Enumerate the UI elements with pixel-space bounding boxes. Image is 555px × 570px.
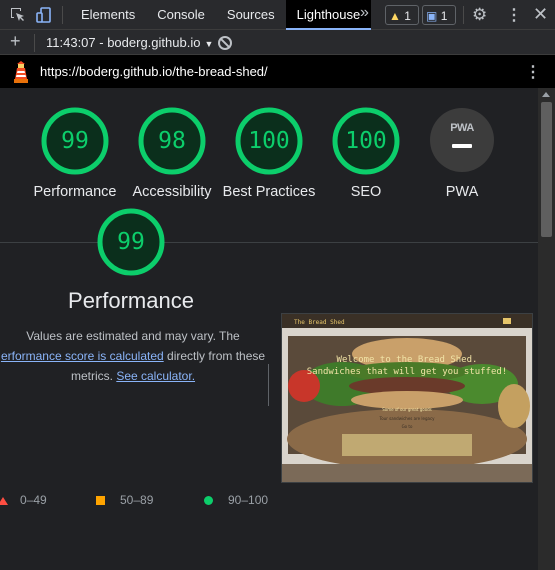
performance-description: Values are estimated and may vary. The e… [0, 326, 270, 386]
desc-line-3-prefix: metrics. [70, 369, 117, 383]
report-toolbar: + 11:43:07 - boderg.github.io ▼ [0, 30, 555, 55]
pwa-dash-icon [452, 144, 472, 148]
report-scrollbar[interactable] [538, 88, 555, 570]
clear-icon[interactable] [218, 36, 232, 50]
devtools-tab-bar: Elements Console Sources Lighthouse » ▲ … [0, 0, 555, 30]
report-url[interactable]: https://boderg.github.io/the-bread-shed/ [40, 64, 268, 79]
report-select-value: 11:43:07 - boderg.github.io [46, 35, 201, 50]
toolbar-divider [62, 6, 63, 24]
toolbar-divider [463, 6, 464, 24]
desc-after-link: directly from these [163, 349, 266, 363]
gauge-score: 98 [158, 128, 186, 154]
gauge-score: 100 [345, 128, 387, 154]
page-screenshot[interactable]: The Bread Shed Welcome to the Bread Shed… [281, 313, 533, 483]
gauge-score: 99 [61, 128, 89, 154]
legend-pass: 90–100 [228, 493, 269, 507]
tab-console[interactable]: Console [146, 0, 216, 30]
gauge-label-accessibility: Accessibility [132, 184, 212, 200]
gauge-best-practices[interactable]: 100 [233, 105, 305, 177]
caret-down-icon: ▼ [204, 39, 214, 49]
scrollbar-thumb[interactable] [541, 102, 552, 237]
gauge-label-performance: Performance [33, 184, 117, 200]
see-calculator-link[interactable]: See calculator. [116, 369, 195, 383]
score-calculated-link[interactable]: erformance score is calculated [1, 349, 164, 363]
screenshot-box-line-1: Some of our great goods [382, 407, 432, 412]
gauge-label-seo: SEO [350, 184, 382, 200]
pwa-badge-text: PWA [450, 122, 474, 134]
gauge-accessibility[interactable]: 98 [136, 105, 208, 177]
screenshot-menu-icon [503, 318, 511, 324]
warning-icon: ▲ [389, 9, 401, 23]
chevron-double-right-icon[interactable]: » [360, 4, 369, 22]
toolbar-divider [34, 34, 35, 52]
lighthouse-report: 99 Performance 98 Accessibility 100 Best… [0, 88, 538, 570]
vertical-divider [268, 364, 269, 406]
gauge-seo[interactable]: 100 [330, 105, 402, 177]
screenshot-site-logo: The Bread Shed [294, 319, 345, 326]
report-select[interactable]: 11:43:07 - boderg.github.io ▼ [46, 35, 213, 50]
gauge-performance[interactable]: 99 [39, 105, 111, 177]
desc-line-1: Values are estimated and may vary. The [26, 329, 240, 343]
performance-big-gauge: 99 [95, 206, 167, 278]
scroll-up-arrow-icon[interactable] [542, 92, 550, 97]
screenshot-headline-2: Sandwiches that will get you stuffed! [307, 367, 507, 377]
messages-count: 1 [440, 9, 448, 23]
plus-icon[interactable]: + [10, 31, 21, 52]
warnings-badge[interactable]: ▲ 1 [385, 5, 419, 25]
screenshot-image: The Bread Shed Welcome to the Bread Shed… [282, 314, 532, 482]
messages-badge[interactable]: ▣ 1 [422, 5, 456, 25]
inspect-element-icon[interactable] [9, 6, 27, 24]
performance-score: 99 [117, 229, 145, 255]
close-icon[interactable]: ✕ [533, 4, 548, 25]
pass-circle-icon [204, 496, 213, 505]
legend-average: 50–89 [120, 493, 154, 507]
gauge-label-pwa: PWA [445, 184, 479, 200]
kebab-icon[interactable]: ⋮ [506, 5, 522, 25]
gauge-pwa[interactable]: PWA [430, 108, 494, 172]
tab-elements[interactable]: Elements [70, 0, 146, 30]
report-menu-kebab-icon[interactable]: ⋮ [525, 62, 541, 82]
gauge-label-best-practices: Best Practices [222, 184, 316, 200]
performance-title: Performance [68, 288, 194, 313]
warnings-count: 1 [404, 9, 411, 23]
screenshot-headline-1: Welcome to the Bread Shed. [337, 355, 478, 365]
lighthouse-logo-icon [14, 61, 28, 83]
legend-fail: 0–49 [20, 493, 47, 507]
tab-sources[interactable]: Sources [216, 0, 286, 30]
section-divider [0, 242, 538, 243]
device-toggle-icon[interactable] [35, 6, 53, 24]
gauge-score: 100 [248, 128, 290, 154]
average-square-icon [96, 496, 105, 505]
screenshot-box-line-2: Tour sandwiches are legacy [378, 416, 435, 421]
message-icon: ▣ [426, 9, 438, 23]
report-url-bar: https://boderg.github.io/the-bread-shed/… [0, 55, 555, 88]
tab-lighthouse[interactable]: Lighthouse [285, 0, 372, 30]
gear-icon[interactable]: ⚙ [472, 5, 487, 25]
fail-triangle-icon [0, 497, 8, 505]
screenshot-box-button: Go to [402, 424, 413, 429]
